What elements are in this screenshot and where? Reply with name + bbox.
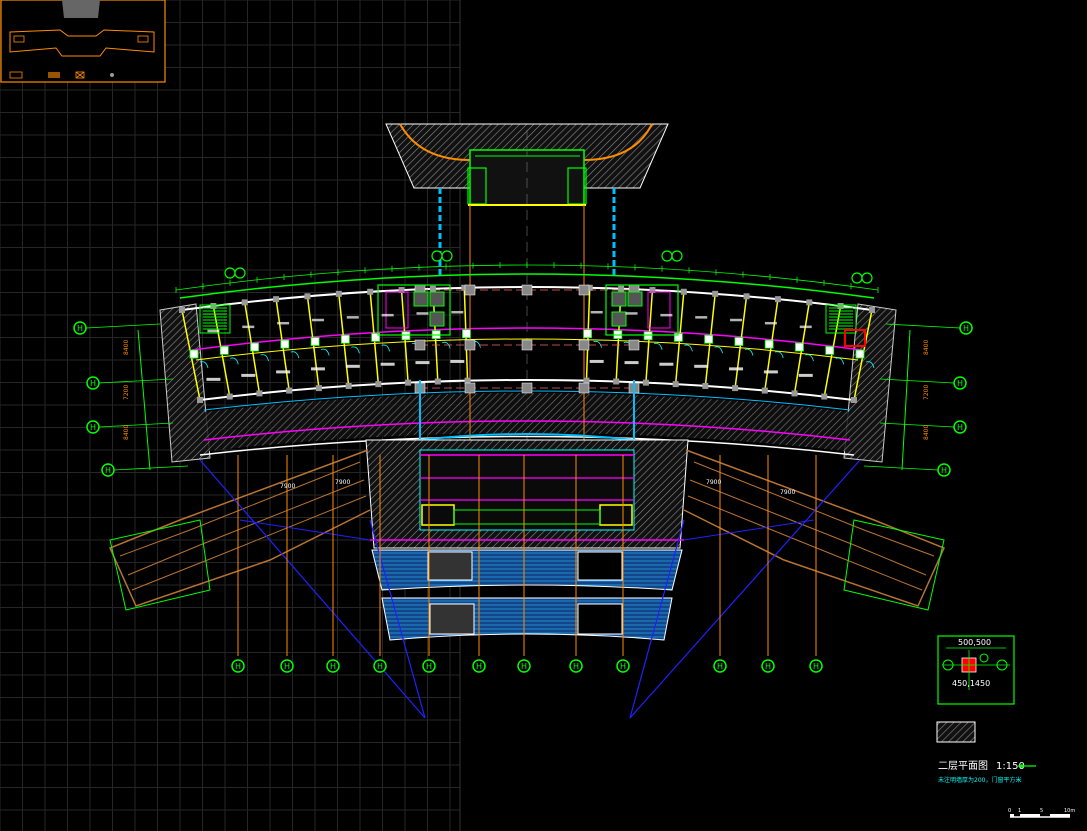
right-ramp (683, 449, 946, 611)
bay-dimension: 7900 (780, 489, 795, 496)
axis-bubble-label: H (90, 379, 96, 388)
axis-bubble-label: H (90, 423, 96, 432)
scale-tick-5: 5 (1040, 808, 1043, 814)
bay-dimension: 7900 (335, 479, 350, 486)
axis-bubble-bottom[interactable]: H (569, 659, 583, 673)
axis-bubble-label: H (105, 466, 111, 475)
left-core-toilets (377, 284, 451, 336)
axis-bubble-label: H (957, 423, 963, 432)
axis-bubble-right[interactable]: H (937, 463, 951, 477)
floor-plan[interactable]: 8400 7200 8400 8400 7200 8400 7900 7900 7900 7900… (73, 123, 973, 719)
axis-bubble-top[interactable] (851, 272, 873, 284)
axis-bubble-bottom[interactable]: H (280, 659, 294, 673)
axis-bubble-left[interactable]: H (86, 376, 100, 390)
right-core-toilets (605, 284, 679, 336)
axis-bubble-label: H (620, 662, 626, 671)
side-dimension-right: 8400 (923, 340, 930, 355)
axis-bubble-bottom[interactable]: H (472, 659, 486, 673)
axis-bubble-label: H (377, 662, 383, 671)
axis-bubble-right[interactable]: H (953, 376, 967, 390)
axis-bubble-label: H (235, 662, 241, 671)
axis-bubble-bottom[interactable]: H (373, 659, 387, 673)
axis-bubble-bottom[interactable]: H (713, 659, 727, 673)
axis-bubble-right[interactable]: H (959, 321, 973, 335)
hatch-legend (936, 721, 976, 743)
axis-bubble-label: H (426, 662, 432, 671)
side-dimension-left: 8400 (123, 340, 130, 355)
axis-bubble-bottom[interactable]: H (809, 659, 823, 673)
axis-bubble-label: H (330, 662, 336, 671)
scale-tick-10m: 10m (1064, 808, 1075, 814)
cad-drawing-canvas[interactable]: 8400 7200 8400 8400 7200 8400 7900 7900 7900 7900… (0, 0, 1087, 831)
scale-tick-0: 0 (1008, 808, 1011, 814)
column-detail[interactable]: 500,500 450,1450 (937, 635, 1015, 705)
drawing-title-block[interactable]: 二层平面图 1:150 未注明墙厚为200，门窗平方米 (938, 760, 1036, 784)
axis-bubble-bottom[interactable]: H (517, 659, 531, 673)
column-detail-top-dim: 500,500 (958, 638, 991, 647)
axis-bubble-label: H (813, 662, 819, 671)
axis-bubble-left[interactable]: H (101, 463, 115, 477)
axis-bubble-label: H (765, 662, 771, 671)
axis-bubble-left[interactable]: H (73, 321, 87, 335)
side-dimension-right: 7200 (923, 385, 930, 400)
scale-bar: 0 1 5 10m (1008, 808, 1075, 818)
structural-columns (179, 284, 875, 403)
bay-dimension: 7900 (706, 479, 721, 486)
axis-bubble-label: H (77, 324, 83, 333)
axis-bubble-bottom[interactable]: H (761, 659, 775, 673)
axis-bubble-label: H (573, 662, 579, 671)
side-dimension-right: 8400 (923, 425, 930, 440)
side-dimension-left: 7200 (123, 385, 130, 400)
drawing-note: 未注明墙厚为200，门窗平方米 (938, 776, 1021, 784)
axis-bubble-top[interactable] (431, 250, 453, 262)
bay-dimension: 7900 (280, 483, 295, 490)
scale-tick-1: 1 (1018, 808, 1021, 814)
glazed-facade (371, 549, 683, 641)
axis-bubble-right[interactable]: H (953, 420, 967, 434)
axis-bubble-label: H (941, 466, 947, 475)
axis-bubble-label: H (521, 662, 527, 671)
main-curved-bar (179, 273, 875, 456)
overview-minimap[interactable] (0, 0, 166, 83)
left-ramp (108, 449, 371, 611)
axis-bubble-bottom[interactable]: H (422, 659, 436, 673)
axis-bubble-label: H (963, 324, 969, 333)
axis-bubble-top[interactable] (661, 250, 683, 262)
axis-bubble-bottom[interactable]: H (616, 659, 630, 673)
axis-bubble-label: H (284, 662, 290, 671)
axis-bubble-left[interactable]: H (86, 420, 100, 434)
side-dimension-left: 8400 (123, 425, 130, 440)
axis-bubble-bottom[interactable]: H (231, 659, 245, 673)
axis-bubble-label: H (476, 662, 482, 671)
axis-bubble-label: H (957, 379, 963, 388)
column-detail-bottom-dim: 450,1450 (952, 679, 990, 688)
axis-bubble-bottom[interactable]: H (326, 659, 340, 673)
axis-bubble-label: H (717, 662, 723, 671)
drawing-title: 二层平面图 (938, 760, 988, 772)
